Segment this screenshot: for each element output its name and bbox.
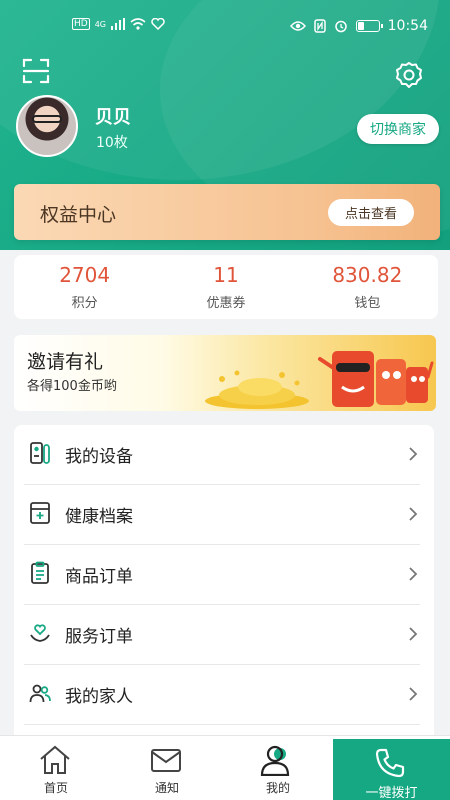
- menu-item-family[interactable]: 我的家人: [14, 665, 434, 725]
- status-bar: HD 4G 10:54: [0, 16, 450, 44]
- device-icon: [30, 442, 50, 464]
- chevron-right-icon: [409, 447, 418, 461]
- call-label: 一键拨打: [365, 786, 418, 800]
- avatar[interactable]: [16, 95, 78, 157]
- person-icon: [260, 745, 290, 776]
- stat-wallet[interactable]: 830.82 钱包: [297, 255, 438, 319]
- menu-item-product-orders[interactable]: 商品订单: [14, 545, 434, 605]
- stat-label: 积分: [71, 296, 98, 311]
- alarm-icon: [334, 20, 347, 33]
- eye-icon: [289, 21, 306, 31]
- wifi-icon: [130, 18, 146, 30]
- battery-icon: [355, 20, 383, 32]
- menu-label: 健康档案: [65, 507, 133, 527]
- stat-value: 830.82: [332, 263, 403, 287]
- clipboard-icon: [31, 561, 49, 584]
- menu-item-health-record[interactable]: 健康档案: [14, 485, 434, 545]
- scan-icon: [22, 58, 50, 84]
- chevron-right-icon: [409, 507, 418, 521]
- rights-center-title: 权益中心: [40, 204, 117, 226]
- chevron-right-icon: [409, 567, 418, 581]
- invite-banner[interactable]: 邀请有礼 各得100金币哟: [14, 335, 436, 411]
- hd-indicator: HD: [72, 18, 90, 30]
- tab-home[interactable]: 首页: [0, 736, 112, 800]
- family-icon: [29, 684, 51, 703]
- status-right: 10:54: [289, 18, 428, 34]
- chevron-right-icon: [409, 687, 418, 701]
- one-touch-call-button[interactable]: 一键拨打: [333, 739, 450, 800]
- menu-label: 商品订单: [65, 567, 133, 587]
- gold-coins-illustration: [205, 370, 309, 409]
- phone-icon: [375, 748, 405, 778]
- tab-label: 首页: [43, 781, 68, 795]
- stat-label: 优惠券: [206, 296, 246, 311]
- heart-icon: [151, 18, 165, 30]
- divider: [24, 724, 420, 725]
- stat-value: 2704: [59, 263, 111, 287]
- stat-label: 钱包: [354, 296, 381, 311]
- invite-subtitle: 各得100金币哟: [27, 379, 117, 394]
- tab-label: 通知: [154, 781, 179, 795]
- status-time: 10:54: [387, 18, 428, 34]
- signal-icon: [111, 18, 125, 30]
- tab-notifications[interactable]: 通知: [111, 736, 223, 800]
- rights-center-card[interactable]: 权益中心 点击查看: [14, 184, 440, 240]
- invite-title: 邀请有礼: [27, 351, 104, 373]
- user-count: 10枚: [96, 135, 128, 151]
- health-record-icon: [30, 502, 50, 524]
- menu-label: 我的家人: [65, 687, 133, 707]
- network-indicator: 4G: [94, 19, 106, 29]
- stat-value: 11: [213, 263, 239, 287]
- view-rights-button[interactable]: 点击查看: [328, 199, 414, 226]
- stat-coupons[interactable]: 11 优惠券: [155, 255, 296, 319]
- stat-points[interactable]: 2704 积分: [14, 255, 155, 319]
- tab-label: 我的: [265, 781, 290, 795]
- gear-icon: [396, 62, 422, 88]
- home-icon: [40, 745, 70, 774]
- mail-icon: [151, 749, 181, 772]
- avatar-glasses: [32, 115, 62, 123]
- menu-label: 服务订单: [65, 627, 133, 647]
- menu-item-devices[interactable]: 我的设备: [14, 425, 434, 485]
- tab-me[interactable]: 我的: [222, 736, 334, 800]
- battery-level: [357, 22, 365, 30]
- status-left: HD 4G: [72, 18, 165, 30]
- chevron-right-icon: [409, 627, 418, 641]
- settings-button[interactable]: [395, 61, 423, 89]
- stats-card: 2704 积分 11 优惠券 830.82 钱包: [14, 255, 438, 319]
- switch-merchant-button[interactable]: 切换商家: [357, 114, 439, 144]
- heart-hand-icon: [30, 624, 50, 642]
- menu-list: 我的设备 健康档案 商品订单 服务订单 我的家人: [14, 425, 434, 745]
- menu-label: 我的设备: [65, 447, 133, 467]
- nfc-icon: [313, 19, 326, 33]
- menu-item-service-orders[interactable]: 服务订单: [14, 605, 434, 665]
- user-name: 贝贝: [95, 107, 131, 128]
- red-envelope-mascots: [318, 351, 434, 407]
- scan-button[interactable]: [22, 57, 50, 85]
